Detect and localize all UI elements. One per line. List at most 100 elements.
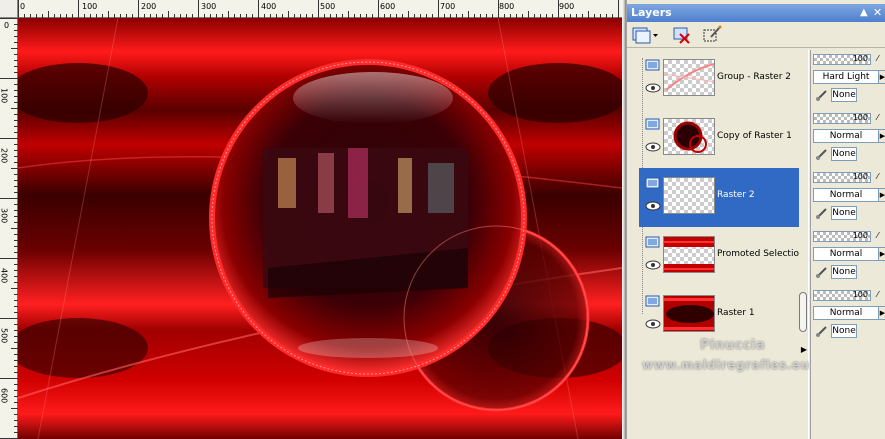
layer-thumbnail <box>663 118 715 155</box>
layer-row-promoted-selection[interactable]: Promoted Selection <box>639 227 805 286</box>
opacity-slider[interactable]: 100 <box>813 54 871 65</box>
dropdown-arrow-icon[interactable]: ▶ <box>879 129 885 143</box>
eye-icon[interactable] <box>645 83 661 93</box>
horizontal-ruler[interactable]: 0 100 200 300 400 500 600 700 800 900 <box>18 0 622 18</box>
blend-mode-select[interactable]: Normal <box>813 247 879 261</box>
app-window: 0 100 200 300 400 500 600 700 800 900 0 … <box>0 0 885 439</box>
mask-button[interactable]: None <box>831 324 857 338</box>
dropdown-arrow-icon[interactable]: ▶ <box>879 247 885 261</box>
opacity-value: 100 <box>852 290 868 299</box>
layer-thumbnail <box>663 59 715 96</box>
ruler-v-label: 100 <box>0 88 9 103</box>
mask-button[interactable]: None <box>831 206 857 220</box>
slider-tick-icon: ⁄ <box>877 231 879 240</box>
blend-mode-select[interactable]: Hard Light <box>813 70 879 84</box>
layer-type-icon <box>645 59 660 71</box>
opacity-slider[interactable]: 100 <box>813 290 871 301</box>
opacity-value: 100 <box>852 54 868 63</box>
layer-props-row: 100 ⁄ Hard Light ▶ None <box>811 50 885 109</box>
mask-button[interactable]: None <box>831 147 857 161</box>
layer-row-group-raster-2[interactable]: Group - Raster 2 <box>639 50 799 109</box>
layer-thumbnail <box>663 177 715 214</box>
dropdown-arrow-icon[interactable]: ▶ <box>879 70 885 84</box>
ruler-h-label: 600 <box>380 2 395 11</box>
layers-toolbar <box>627 22 885 48</box>
image-canvas[interactable] <box>18 18 622 439</box>
layer-row-copy-of-raster-1[interactable]: Copy of Raster 1 <box>639 109 799 168</box>
layer-row-raster-1[interactable]: Raster 1 <box>639 286 799 345</box>
layer-name: Copy of Raster 1 <box>717 131 792 141</box>
opacity-slider[interactable]: 100 <box>813 172 871 183</box>
blend-mode-select[interactable]: Normal <box>813 188 879 202</box>
layers-title: Layers <box>631 6 672 19</box>
ruler-h-label: 400 <box>261 2 276 11</box>
brush-icon <box>816 149 827 160</box>
opacity-slider[interactable]: 100 <box>813 113 871 124</box>
slider-tick-icon: ⁄ <box>877 113 879 122</box>
ruler-h-label: 700 <box>440 2 455 11</box>
layer-thumbnail <box>663 295 715 332</box>
vertical-ruler[interactable]: 0 100 200 300 400 500 600 <box>0 18 18 439</box>
ruler-h-label: 800 <box>499 2 514 11</box>
layer-name: Raster 2 <box>717 190 755 200</box>
layer-props-row: 100 ⁄ Normal ▶ None <box>811 168 885 227</box>
blend-mode-select[interactable]: Normal <box>813 306 879 320</box>
blend-mode-select[interactable]: Normal <box>813 129 879 143</box>
opacity-slider[interactable]: 100 <box>813 231 871 242</box>
ruler-corner <box>0 0 18 18</box>
layer-name: Raster 1 <box>717 308 755 318</box>
canvas-area: 0 100 200 300 400 500 600 700 800 900 0 … <box>0 0 622 439</box>
ruler-h-label: 500 <box>320 2 335 11</box>
ruler-v-label: 200 <box>0 148 9 163</box>
layer-name: Group - Raster 2 <box>717 72 791 82</box>
layer-thumbnail <box>663 236 715 273</box>
scrollbar-thumb[interactable] <box>799 292 807 332</box>
new-layer-button[interactable] <box>631 25 659 45</box>
ruler-h-label: 0 <box>20 2 25 11</box>
ruler-v-label: 600 <box>0 388 9 403</box>
delete-layer-icon <box>673 27 690 44</box>
dropdown-arrow-icon[interactable]: ▶ <box>879 188 885 202</box>
layer-row-raster-2[interactable]: Raster 2 <box>639 168 799 227</box>
ruler-v-label: 300 <box>0 208 9 223</box>
slider-tick-icon: ⁄ <box>877 54 879 63</box>
brush-icon <box>816 267 827 278</box>
close-icon[interactable]: ✕ <box>872 7 883 19</box>
layers-panel: Layers ▲ ✕ Group - Raster 2 Copy of Rast… <box>626 0 885 439</box>
layer-type-icon <box>645 118 660 130</box>
brush-icon <box>816 90 827 101</box>
layer-type-icon <box>645 236 660 248</box>
layer-type-icon <box>645 177 660 189</box>
eye-icon[interactable] <box>645 319 661 329</box>
layer-name: Promoted Selection <box>717 249 805 259</box>
eye-icon[interactable] <box>645 142 661 152</box>
slider-tick-icon: ⁄ <box>877 290 879 299</box>
ruler-v-label: 500 <box>0 328 9 343</box>
ruler-h-label: 200 <box>141 2 156 11</box>
brush-icon <box>816 208 827 219</box>
ruler-h-label: 300 <box>201 2 216 11</box>
brush-icon <box>816 326 827 337</box>
opacity-value: 100 <box>852 172 868 181</box>
dropdown-arrow-icon[interactable]: ▶ <box>879 306 885 320</box>
layer-props-row: 100 ⁄ Normal ▶ None <box>811 109 885 168</box>
ruler-v-label: 0 <box>4 21 9 30</box>
pin-icon[interactable]: ▲ <box>860 7 870 19</box>
eye-icon[interactable] <box>645 260 661 270</box>
slider-tick-icon: ⁄ <box>877 172 879 181</box>
new-raster-layer-icon <box>632 27 658 44</box>
ruler-v-label: 400 <box>0 268 9 283</box>
delete-layer-button[interactable] <box>671 25 693 45</box>
opacity-value: 100 <box>852 113 868 122</box>
ruler-h-label: 100 <box>82 2 97 11</box>
edit-selection-icon <box>703 25 722 42</box>
layers-titlebar[interactable]: Layers ▲ ✕ <box>627 4 885 22</box>
layer-props-row: 100 ⁄ Normal ▶ None <box>811 227 885 286</box>
red-bubble-artwork <box>18 18 622 439</box>
eye-icon[interactable] <box>645 201 661 211</box>
layer-type-icon <box>645 295 660 307</box>
edit-selection-button[interactable] <box>701 25 723 45</box>
mask-button[interactable]: None <box>831 88 857 102</box>
mask-button[interactable]: None <box>831 265 857 279</box>
ruler-h-label: 900 <box>559 2 574 11</box>
